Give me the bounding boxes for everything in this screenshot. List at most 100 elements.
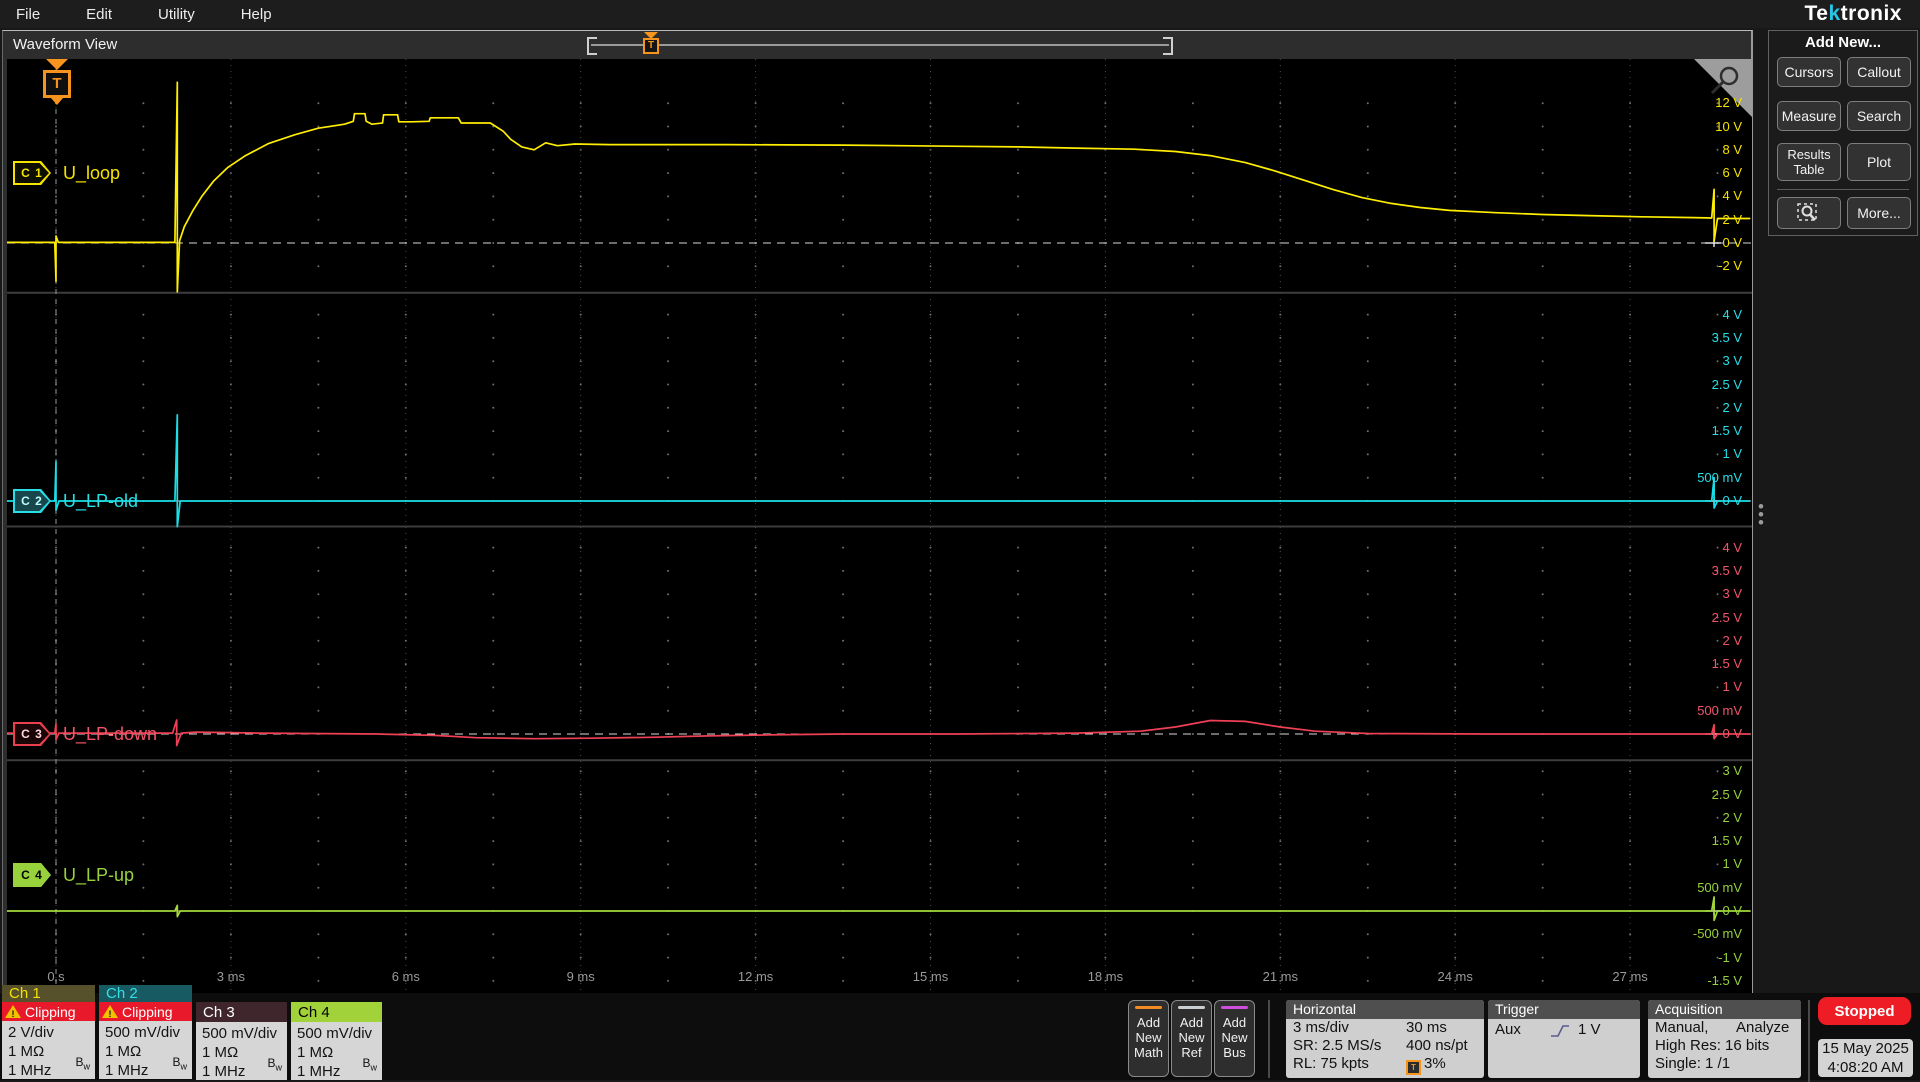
grid-dot xyxy=(1629,686,1632,689)
plot-button[interactable]: Plot xyxy=(1847,143,1911,181)
channel-1-tag[interactable]: C 1 U_loop xyxy=(13,161,120,185)
grid-dot xyxy=(1279,313,1282,316)
grid-dot xyxy=(842,265,845,268)
grid-dot xyxy=(1366,406,1369,409)
grid-dot xyxy=(579,102,582,105)
grid-dot xyxy=(1541,125,1544,128)
grid-dot xyxy=(842,816,845,819)
waveform-plot[interactable]: T C 1 U_loop C 2 U_LP-old C 3 U_LP-down … xyxy=(7,59,1752,994)
grid-dot xyxy=(579,686,582,689)
grid-dot xyxy=(1716,195,1719,198)
grid-dot xyxy=(317,569,320,572)
grid-dot xyxy=(1017,593,1019,596)
ch4-tab[interactable]: Ch 4 xyxy=(291,1002,382,1022)
ch2-badge[interactable]: Ch 2 Clipping 500 mV/div 1 MΩ 1 MHz Bw xyxy=(99,985,192,1079)
ch3-tab[interactable]: Ch 3 xyxy=(196,1002,287,1022)
run-stop-status-button[interactable]: Stopped xyxy=(1818,997,1911,1025)
grid-dot xyxy=(667,383,670,386)
horizontal-window: 30 ms xyxy=(1406,1019,1447,1036)
grid-dot xyxy=(1017,383,1019,386)
grid-dot xyxy=(842,709,845,712)
grid-dot xyxy=(1629,663,1632,666)
grid-dot xyxy=(1366,383,1369,386)
grid-dot xyxy=(1541,102,1544,105)
grid-dot xyxy=(1541,242,1544,244)
grid-dot xyxy=(492,265,495,268)
grid-dot xyxy=(229,336,232,339)
grid-dot xyxy=(929,313,932,316)
grid-dot xyxy=(1629,979,1632,982)
ch4-badge[interactable]: Ch 4 500 mV/div 1 MΩ 1 MHz Bw xyxy=(291,1002,382,1080)
grid-dot xyxy=(317,172,320,175)
panel-resize-handle[interactable]: • • • xyxy=(1757,498,1765,531)
ch2-tab[interactable]: Ch 2 xyxy=(99,985,192,1002)
search-button[interactable]: Search xyxy=(1847,101,1911,131)
menu-edit[interactable]: Edit xyxy=(86,6,112,23)
ch3-badge[interactable]: Ch 3 500 mV/div 1 MΩ 1 MHz Bw xyxy=(196,1002,287,1080)
grid-dot xyxy=(1541,886,1544,889)
grid-dot xyxy=(317,453,320,456)
trigger-source: Aux xyxy=(1495,1021,1521,1038)
grid-dot xyxy=(317,476,320,479)
grid-dot xyxy=(492,770,495,773)
grid-dot xyxy=(1366,195,1369,198)
menu-help[interactable]: Help xyxy=(241,6,272,23)
menu-file[interactable]: File xyxy=(16,6,40,23)
grid-dot xyxy=(1366,453,1369,456)
grid-dot xyxy=(1104,956,1107,959)
grid-dot xyxy=(842,383,845,386)
grid-dot xyxy=(1366,430,1369,433)
grid-dot xyxy=(317,956,320,959)
grid-dot xyxy=(1017,265,1019,268)
channel-4-tag[interactable]: C 4 U_LP-up xyxy=(13,863,134,887)
add-new-math-button[interactable]: Add New Math xyxy=(1128,1000,1169,1077)
grid-dot xyxy=(1017,430,1019,433)
more-button[interactable]: More... xyxy=(1847,197,1911,229)
cursors-button[interactable]: Cursors xyxy=(1777,57,1841,87)
grid-dot xyxy=(1017,639,1019,642)
trigger-position-flag-icon[interactable]: T xyxy=(642,32,660,56)
grid-dot xyxy=(1104,569,1107,572)
zoom-mode-button[interactable] xyxy=(1777,197,1841,229)
channel-3-tag[interactable]: C 3 U_LP-down xyxy=(13,722,157,746)
grid-dot xyxy=(842,793,845,796)
trigger-position-icon: T xyxy=(1406,1060,1421,1075)
acq-analyze: Analyze xyxy=(1736,1019,1790,1036)
grid-dot xyxy=(1104,336,1107,339)
results-table-button[interactable]: Results Table xyxy=(1777,143,1841,181)
channel-2-tag[interactable]: C 2 U_LP-old xyxy=(13,489,138,513)
grid-dot xyxy=(1716,663,1719,666)
grid-dot xyxy=(492,639,495,642)
acquisition-panel[interactable]: Acquisition Manual, Analyze High Res: 16 … xyxy=(1648,1000,1801,1078)
grid-dot xyxy=(1191,313,1194,316)
ch1-tab[interactable]: Ch 1 xyxy=(2,985,95,1002)
grid-dot xyxy=(404,313,407,316)
ch1-badge[interactable]: Ch 1 Clipping 2 V/div 1 MΩ 1 MHz Bw xyxy=(2,985,95,1079)
horizontal-panel[interactable]: Horizontal 3 ms/div 30 ms SR: 2.5 MS/s 400… xyxy=(1286,1000,1484,1078)
callout-button[interactable]: Callout xyxy=(1847,57,1911,87)
trigger-time-marker-icon[interactable]: T xyxy=(40,59,86,105)
grid-dot xyxy=(492,709,495,712)
grid-dot xyxy=(1541,816,1544,819)
add-new-bus-button[interactable]: Add New Bus xyxy=(1214,1000,1255,1077)
grid-dot xyxy=(492,686,495,689)
grid-dot xyxy=(1279,569,1282,572)
grid-dot xyxy=(842,125,845,128)
plot-zoom-corner[interactable] xyxy=(1694,59,1752,117)
window-title: Waveform View xyxy=(13,36,118,53)
grid-dot xyxy=(1716,430,1719,433)
measure-button[interactable]: Measure xyxy=(1777,101,1841,131)
horizontal-position-scrollbar[interactable]: T xyxy=(587,32,1173,55)
grid-dot xyxy=(1191,218,1194,221)
grid-dot xyxy=(404,793,407,796)
grid-dot xyxy=(1541,148,1544,151)
grid-dot xyxy=(842,218,845,221)
add-new-ref-button[interactable]: Add New Ref xyxy=(1171,1000,1212,1077)
trigger-panel[interactable]: Trigger Aux 1 V xyxy=(1488,1000,1640,1078)
grid-dot xyxy=(1191,406,1194,409)
menu-utility[interactable]: Utility xyxy=(158,6,195,23)
grid-dot xyxy=(1541,956,1544,959)
grid-dot xyxy=(1191,956,1194,959)
grid-dot xyxy=(1454,102,1457,105)
grid-dot xyxy=(1716,886,1719,889)
